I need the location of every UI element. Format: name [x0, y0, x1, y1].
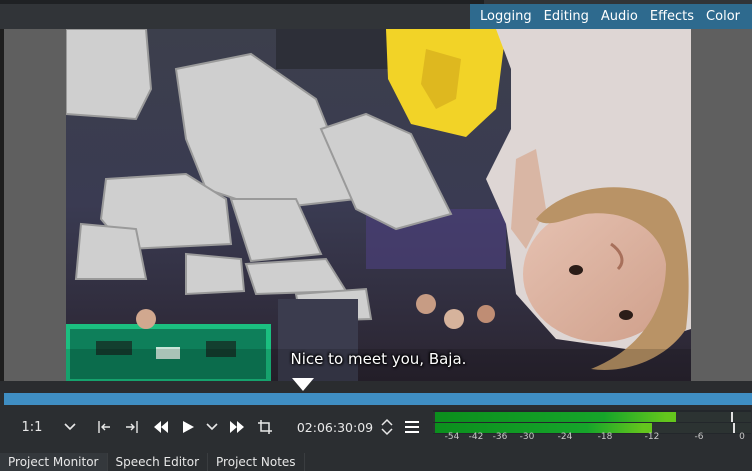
scale-label: 0: [739, 432, 745, 442]
play-options-chevron-icon[interactable]: [203, 405, 221, 449]
timeline-ruler[interactable]: [0, 381, 752, 393]
meter-scale: -54 -42 -36 -30 -24 -18 -12 -6 0: [433, 432, 751, 444]
audio-level-meter: [433, 410, 751, 434]
tab-project-notes[interactable]: Project Notes: [208, 453, 305, 471]
rewind-icon[interactable]: [150, 405, 172, 449]
left-edge: [0, 29, 4, 381]
hamburger-menu-icon[interactable]: [402, 405, 422, 449]
play-icon[interactable]: [178, 405, 198, 449]
zoom-label: 1:1: [21, 419, 43, 435]
video-frame[interactable]: Nice to meet you, Baja.: [66, 29, 691, 381]
subtitle-text: Nice to meet you, Baja.: [290, 350, 467, 368]
zoom-select[interactable]: 1:1: [14, 405, 50, 449]
tab-project-monitor[interactable]: Project Monitor: [0, 453, 108, 471]
scale-label: -36: [492, 432, 508, 442]
workspace-switcher: Logging Editing Audio Effects Color: [470, 4, 752, 29]
workspace-effects[interactable]: Effects: [644, 9, 700, 24]
video-image: [66, 29, 691, 381]
workspace-logging[interactable]: Logging: [474, 9, 538, 24]
timecode-spinner-icon[interactable]: [379, 405, 395, 449]
timecode-field[interactable]: 02:06:30:09: [292, 405, 378, 449]
scale-label: -6: [694, 432, 704, 442]
crop-icon[interactable]: [255, 405, 275, 449]
zone-bar[interactable]: [4, 393, 752, 405]
tab-speech-editor[interactable]: Speech Editor: [108, 453, 209, 471]
workspace-color[interactable]: Color: [700, 9, 746, 24]
chevron-down-icon[interactable]: [60, 405, 80, 449]
bottom-tab-bar: Project Monitor Speech Editor Project No…: [0, 453, 752, 471]
scale-label: -24: [557, 432, 573, 442]
scale-label: -18: [597, 432, 613, 442]
peak-marker-left: [731, 412, 733, 422]
playhead-marker[interactable]: [292, 378, 314, 391]
level-bar-left: [435, 412, 676, 422]
scale-label: -42: [468, 432, 484, 442]
top-bar: Logging Editing Audio Effects Color: [0, 0, 752, 29]
workspace-editing[interactable]: Editing: [538, 9, 595, 24]
fast-forward-icon[interactable]: [226, 405, 248, 449]
workspace-audio[interactable]: Audio: [595, 9, 644, 24]
scale-label: -30: [519, 432, 535, 442]
scale-label: -54: [444, 432, 460, 442]
set-zone-out-icon[interactable]: [122, 405, 142, 449]
scale-label: -12: [644, 432, 660, 442]
timecode-value: 02:06:30:09: [296, 419, 374, 435]
set-zone-in-icon[interactable]: [94, 405, 114, 449]
